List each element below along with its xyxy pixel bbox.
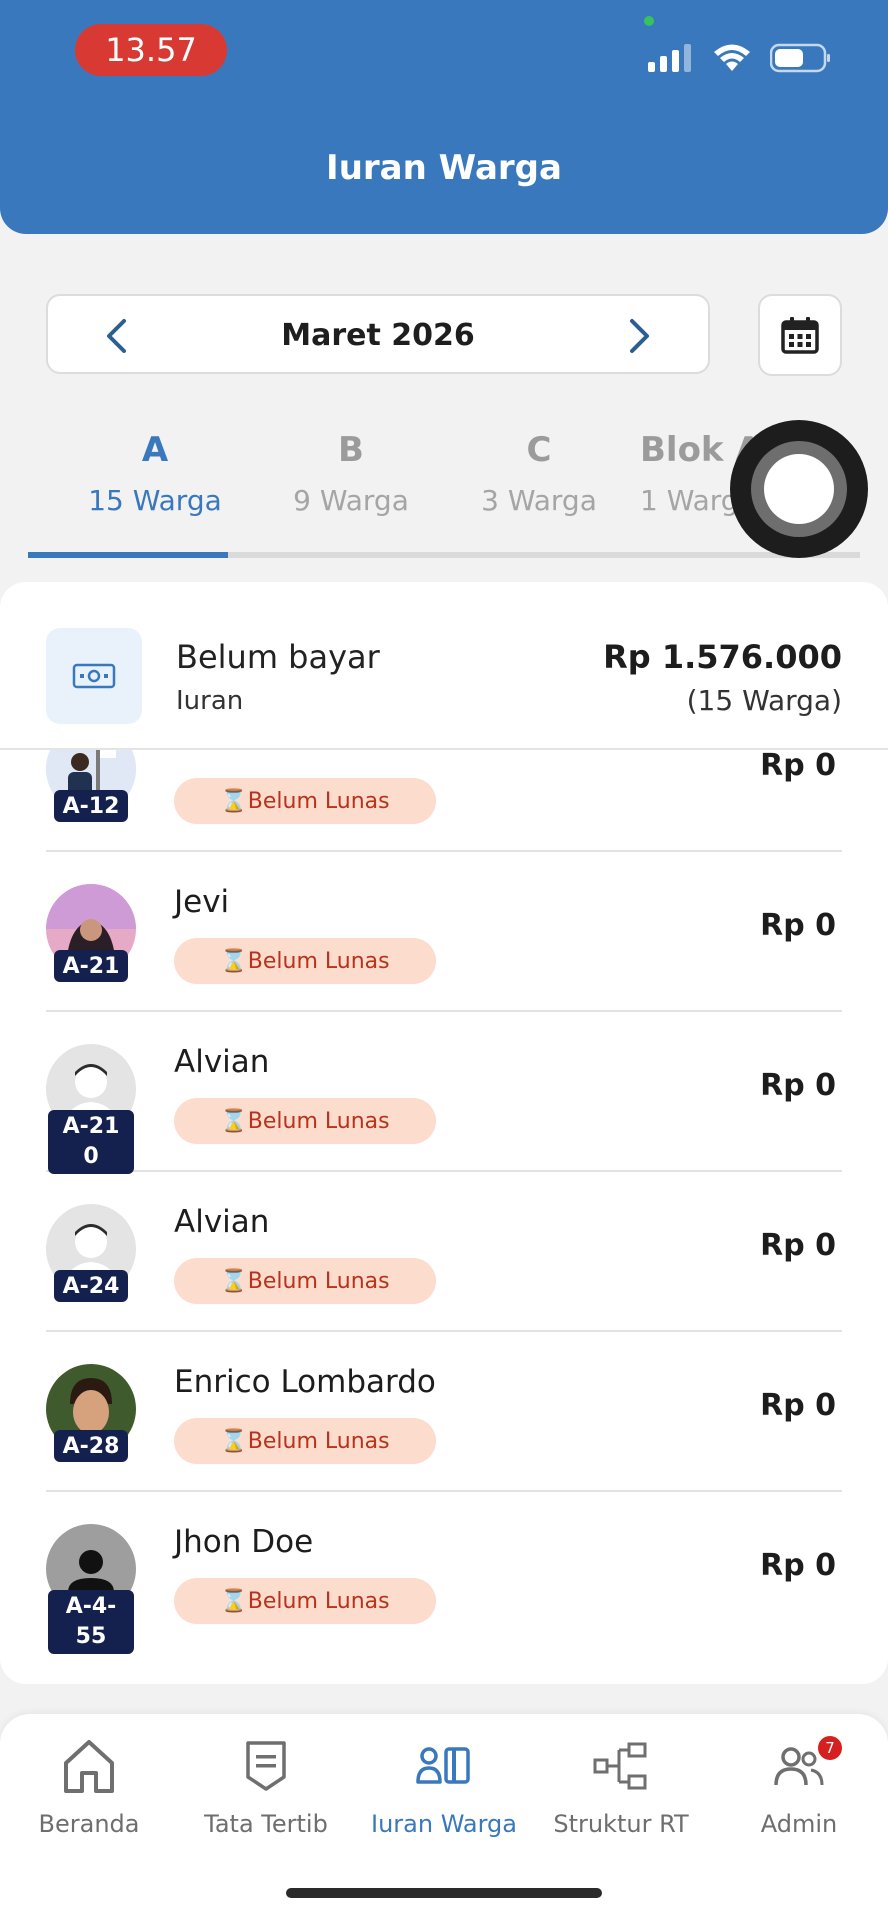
list-item[interactable]: A-21 0 Alvian ⌛Belum Lunas Rp 0 <box>46 1012 842 1174</box>
next-month-button[interactable] <box>618 314 662 358</box>
resident-name: Jevi <box>174 884 230 920</box>
list-item[interactable]: A-24 Alvian ⌛Belum Lunas Rp 0 <box>46 1172 842 1332</box>
amount-label: Rp 0 <box>760 1228 836 1263</box>
money-icon <box>46 628 142 724</box>
cellular-signal-icon <box>648 44 691 72</box>
block-badge: A-4- 55 <box>48 1590 134 1654</box>
notification-badge: 7 <box>818 1736 842 1760</box>
summary-amount: Rp 1.576.000 <box>603 638 842 676</box>
block-badge: A-21 <box>54 950 128 982</box>
summary-count: (15 Warga) <box>686 684 842 717</box>
tab-block-c[interactable]: C 3 Warga <box>444 430 634 517</box>
battery-icon <box>770 43 830 73</box>
amount-label: Rp 0 <box>760 1388 836 1423</box>
summary-subtitle: Iuran <box>176 686 244 716</box>
tab-block-b[interactable]: B 9 Warga <box>256 430 446 517</box>
nav-admin[interactable]: 7 Admin <box>710 1734 888 1838</box>
status-badge: ⌛Belum Lunas <box>174 778 436 824</box>
chevron-right-icon <box>630 319 649 353</box>
amount-label: Rp 0 <box>760 1068 836 1103</box>
amount-label: Rp 0 <box>760 1548 836 1583</box>
summary-title: Belum bayar <box>176 638 380 676</box>
list-item[interactable]: A-21 Jevi ⌛Belum Lunas Rp 0 <box>46 852 842 1012</box>
tab-letter: C <box>526 430 552 470</box>
nav-label: Struktur RT <box>553 1810 689 1838</box>
structure-icon <box>532 1734 710 1798</box>
nav-label: Tata Tertib <box>204 1810 328 1838</box>
nav-label: Iuran Warga <box>371 1810 517 1838</box>
touch-indicator <box>730 420 868 558</box>
wifi-icon <box>714 44 750 71</box>
status-badge: ⌛Belum Lunas <box>174 1098 436 1144</box>
month-selector: Maret 2026 <box>46 294 710 374</box>
amount-label: Rp 0 <box>760 750 836 783</box>
list-item[interactable]: A-12 ⌛Belum Lunas Rp 0 <box>46 750 842 852</box>
block-badge: A-12 <box>54 790 128 822</box>
tab-count: 3 Warga <box>481 484 597 517</box>
tab-count: 15 Warga <box>88 484 222 517</box>
rules-icon <box>177 1734 355 1798</box>
page-title: Iuran Warga <box>326 148 562 188</box>
status-icons <box>648 40 832 76</box>
nav-tata-tertib[interactable]: Tata Tertib <box>177 1734 355 1838</box>
app-header: 13.57 Iuran Warga <box>0 0 888 234</box>
block-badge: A-21 0 <box>48 1110 134 1174</box>
dues-icon <box>355 1734 533 1798</box>
active-tab-indicator <box>28 552 228 558</box>
home-icon <box>0 1734 178 1798</box>
status-badge: ⌛Belum Lunas <box>174 1578 436 1624</box>
home-indicator <box>286 1888 602 1898</box>
camera-indicator-dot <box>644 16 654 26</box>
nav-beranda[interactable]: Beranda <box>0 1734 178 1838</box>
month-label: Maret 2026 <box>281 318 475 353</box>
nav-label: Beranda <box>38 1810 140 1838</box>
tab-block-a[interactable]: A 15 Warga <box>60 430 250 517</box>
nav-iuran-warga[interactable]: Iuran Warga <box>355 1734 533 1838</box>
calendar-button[interactable] <box>758 294 842 376</box>
dues-card: Belum bayar Iuran Rp 1.576.000 (15 Warga… <box>0 582 888 1684</box>
calendar-icon <box>781 317 819 354</box>
list-item[interactable]: A-28 Enrico Lombardo ⌛Belum Lunas Rp 0 <box>46 1332 842 1492</box>
resident-name: Enrico Lombardo <box>174 1364 436 1400</box>
tab-letter: B <box>338 430 364 470</box>
status-badge: ⌛Belum Lunas <box>174 1418 436 1464</box>
amount-label: Rp 0 <box>760 908 836 943</box>
status-time: 13.57 <box>75 24 227 76</box>
resident-name: Alvian <box>174 1044 270 1080</box>
unpaid-summary[interactable]: Belum bayar Iuran Rp 1.576.000 (15 Warga… <box>0 582 888 750</box>
resident-name: Alvian <box>174 1204 270 1240</box>
nav-label: Admin <box>760 1810 838 1838</box>
status-badge: ⌛Belum Lunas <box>174 1258 436 1304</box>
block-badge: A-24 <box>54 1270 128 1302</box>
resident-name: Jhon Doe <box>174 1524 314 1560</box>
resident-list: A-12 ⌛Belum Lunas Rp 0 A-21 Jevi ⌛Belum … <box>0 750 888 1670</box>
tab-letter: A <box>141 430 169 470</box>
status-badge: ⌛Belum Lunas <box>174 938 436 984</box>
tab-count: 9 Warga <box>293 484 409 517</box>
block-badge: A-28 <box>54 1430 128 1462</box>
nav-struktur-rt[interactable]: Struktur RT <box>532 1734 710 1838</box>
admin-icon: 7 <box>710 1734 888 1798</box>
list-item[interactable]: A-4- 55 Jhon Doe ⌛Belum Lunas Rp 0 <box>46 1492 842 1654</box>
